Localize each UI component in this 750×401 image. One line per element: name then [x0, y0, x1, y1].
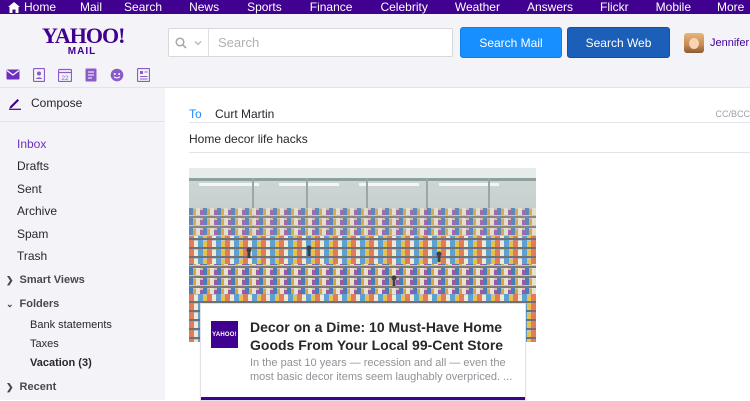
nav-mobile[interactable]: Mobile — [656, 0, 691, 14]
chevron-right-icon: ❯ — [6, 274, 14, 285]
nav-weather-label: Weather — [454, 0, 500, 14]
calendar-app-button[interactable]: 22 — [58, 68, 72, 82]
field-divider — [189, 122, 750, 123]
home-icon — [8, 1, 20, 13]
sidebar-divider — [0, 121, 165, 122]
notepad-icon — [85, 68, 97, 81]
yahoo-mail-logo[interactable]: YAHOO! MAIL — [42, 23, 125, 58]
compose-label: Compose — [31, 96, 83, 110]
search-input[interactable] — [209, 29, 452, 56]
nav-weather[interactable]: Weather — [455, 0, 500, 14]
toolbar-area — [165, 62, 750, 87]
sidebar-item-drafts[interactable]: Drafts — [17, 159, 49, 173]
search-web-button[interactable]: Search Web — [567, 27, 670, 58]
nav-home[interactable]: Home — [0, 0, 56, 14]
nav-sports[interactable]: Sports — [247, 0, 282, 14]
nav-sports-label: Sports — [247, 0, 282, 14]
calendar-icon: 22 — [58, 68, 72, 82]
sidebar-item-taxes[interactable]: Taxes — [30, 338, 59, 350]
nav-answers[interactable]: Answers — [527, 0, 573, 14]
search-mail-button[interactable]: Search Mail — [460, 27, 562, 58]
folders-toggle[interactable]: ⌄ Folders — [6, 298, 59, 310]
nav-more-label: More — [717, 0, 745, 14]
contacts-app-button[interactable] — [32, 67, 46, 82]
nav-news-label: News — [189, 0, 220, 14]
yahoo-logo: YAHOO! — [211, 321, 238, 348]
chevron-down-icon: ⌄ — [6, 298, 14, 309]
smart-views-label: Smart Views — [19, 274, 85, 286]
newsfeed-app-button[interactable] — [136, 67, 150, 82]
recent-toggle[interactable]: ❯ Recent — [6, 381, 56, 393]
sidebar-item-archive[interactable]: Archive — [17, 204, 57, 218]
field-divider — [189, 152, 750, 153]
nav-flickr[interactable]: Flickr — [600, 0, 629, 14]
calendar-day: 22 — [61, 74, 69, 81]
user-name: Jennifer — [710, 37, 750, 49]
user-menu[interactable]: Jennifer — [684, 33, 749, 53]
avatar — [684, 33, 704, 53]
nav-finance[interactable]: Finance — [310, 0, 353, 14]
yahoo-top-nav: Home Mail Search News Sports Finance Cel… — [0, 0, 750, 14]
chevron-right-icon: ❯ — [6, 381, 14, 392]
smart-views-toggle[interactable]: ❯ Smart Views — [6, 274, 85, 286]
recipient-chip[interactable]: Curt Martin — [215, 107, 274, 121]
nav-home-label: Home — [24, 0, 57, 14]
compose-button[interactable]: Compose — [8, 96, 82, 110]
nav-search[interactable]: Search — [124, 0, 162, 14]
messenger-icon — [110, 68, 124, 81]
pencil-icon — [9, 99, 21, 110]
article-title[interactable]: Decor on a Dime: 10 Must-Have Home Goods… — [250, 318, 515, 354]
nav-news[interactable]: News — [189, 0, 219, 14]
notepad-app-button[interactable] — [84, 68, 98, 82]
nav-mail[interactable]: Mail — [80, 0, 102, 14]
recent-label: Recent — [19, 381, 57, 393]
nav-mail-label: Mail — [80, 0, 103, 14]
app-switcher-bar: 22 — [0, 62, 165, 87]
search-icon — [174, 36, 187, 49]
subject-field[interactable]: Home decor life hacks — [189, 132, 308, 146]
sidebar: Compose Inbox Drafts Sent Archive Spam T… — [0, 87, 165, 400]
contacts-icon — [33, 67, 45, 82]
sidebar-item-sent[interactable]: Sent — [17, 182, 42, 196]
article-preview-card[interactable]: YAHOO! Decor on a Dime: 10 Must-Have Hom… — [200, 303, 526, 401]
newsfeed-icon — [136, 67, 150, 82]
mail-icon — [6, 69, 20, 80]
nav-celebrity[interactable]: Celebrity — [380, 0, 427, 14]
chevron-down-icon — [194, 40, 201, 45]
sidebar-item-trash[interactable]: Trash — [17, 249, 47, 263]
to-label: To — [189, 107, 202, 121]
nav-celebrity-label: Celebrity — [380, 0, 428, 14]
article-description: In the past 10 years — recession and all… — [250, 357, 513, 383]
mail-app-button[interactable] — [6, 68, 20, 82]
search-box — [168, 28, 453, 57]
sidebar-item-inbox[interactable]: Inbox — [17, 137, 46, 151]
nav-answers-label: Answers — [526, 0, 573, 14]
sidebar-item-bank-statements[interactable]: Bank statements — [30, 319, 112, 331]
messenger-app-button[interactable] — [110, 68, 124, 82]
nav-flickr-label: Flickr — [599, 0, 629, 14]
sidebar-item-vacation[interactable]: Vacation (3) — [30, 357, 92, 369]
search-scope-dropdown[interactable] — [169, 29, 209, 56]
nav-finance-label: Finance — [309, 0, 353, 14]
folders-label: Folders — [19, 298, 60, 310]
logo-wordmark: YAHOO! — [42, 23, 125, 48]
sidebar-item-spam[interactable]: Spam — [17, 227, 48, 241]
nav-more[interactable]: More ▼ — [717, 0, 750, 14]
nav-search-label: Search — [124, 0, 163, 14]
compose-pane: To Curt Martin CC/BCC Home decor life ha… — [165, 87, 750, 401]
nav-mobile-label: Mobile — [655, 0, 692, 14]
